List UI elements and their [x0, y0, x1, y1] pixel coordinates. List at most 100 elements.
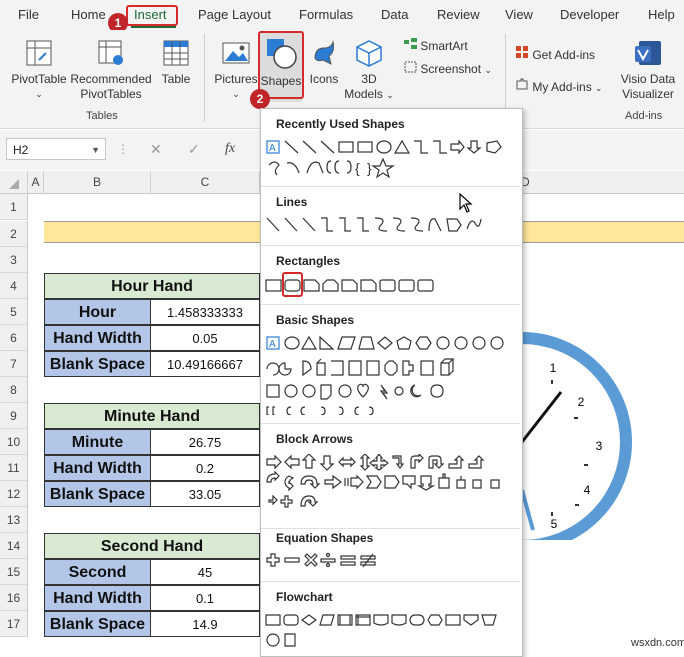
table-label-cell[interactable]: Hour	[44, 299, 151, 325]
table-value-cell[interactable]: 0.05	[150, 325, 260, 351]
rectangle-highlight	[282, 272, 303, 297]
cube-icon	[356, 40, 382, 67]
row-header[interactable]: 14	[0, 533, 28, 559]
table-button[interactable]: Table	[156, 38, 196, 87]
icons-icon	[314, 40, 334, 65]
shapes-highlight	[258, 31, 304, 99]
menu-home[interactable]: Home	[71, 7, 106, 22]
cancel-icon[interactable]: ✕	[150, 141, 162, 158]
menu-help[interactable]: Help	[648, 7, 675, 22]
block-arrows-rows[interactable]	[265, 454, 515, 514]
table-value-cell[interactable]: 14.9	[150, 611, 260, 637]
flowchart-rows[interactable]	[265, 612, 515, 652]
chevron-down-icon: ⌄	[595, 83, 603, 93]
title-band	[44, 221, 260, 243]
basic-shapes-rows[interactable]: A	[265, 335, 515, 415]
row-header[interactable]: 3	[0, 247, 28, 273]
menu-file[interactable]: File	[18, 7, 39, 22]
name-box[interactable]: H2 ▼	[6, 138, 106, 160]
row-header[interactable]: 5	[0, 299, 28, 325]
table-value-cell[interactable]: 45	[150, 559, 260, 585]
screenshot-label: Screenshot	[420, 62, 482, 76]
column-header-a[interactable]: A	[28, 171, 44, 193]
row-header[interactable]: 1	[0, 194, 28, 220]
pivottable-button[interactable]: PivotTable ⌄	[10, 38, 68, 102]
smartart-button[interactable]: SmartArt	[404, 38, 468, 53]
table-label-cell[interactable]: Blank Space	[44, 481, 151, 507]
pivottable-label: PivotTable	[11, 72, 67, 86]
shapes-gallery: Recently Used Shapes A { } Lines Rectang…	[260, 108, 523, 657]
menu-formulas[interactable]: Formulas	[299, 7, 353, 22]
table-label-cell[interactable]: Hand Width	[44, 455, 151, 481]
row-header[interactable]: 13	[0, 507, 28, 533]
mouse-pointer-icon	[459, 193, 473, 213]
table-label-cell[interactable]: Minute	[44, 429, 151, 455]
column-header-b[interactable]: B	[44, 171, 151, 193]
name-box-value: H2	[13, 143, 29, 157]
icons-button[interactable]: Icons	[304, 38, 344, 87]
row-header[interactable]: 7	[0, 351, 28, 377]
table-title[interactable]: Second Hand	[44, 533, 260, 559]
row-header[interactable]: 12	[0, 481, 28, 507]
table-title[interactable]: Minute Hand	[44, 403, 260, 429]
my-addins-button[interactable]: My Add-ins ⌄	[515, 77, 603, 94]
table-label-cell[interactable]: Second	[44, 559, 151, 585]
table-value-cell[interactable]: 0.2	[150, 455, 260, 481]
row-header[interactable]: 2	[0, 221, 28, 247]
row-header[interactable]: 11	[0, 455, 28, 481]
table-label-cell[interactable]: Hand Width	[44, 325, 151, 351]
section-divider	[261, 245, 520, 246]
menu-developer[interactable]: Developer	[560, 7, 619, 22]
icons-label: Icons	[309, 72, 339, 86]
select-all-corner[interactable]	[0, 171, 28, 193]
table-value-cell[interactable]: 33.05	[150, 481, 260, 507]
recommended-label-1: Recommended	[70, 72, 152, 86]
store-icon	[516, 46, 528, 58]
pictures-icon	[222, 42, 250, 64]
section-flowchart: Flowchart	[276, 590, 333, 604]
row-header[interactable]: 10	[0, 429, 28, 455]
row-header[interactable]: 16	[0, 585, 28, 611]
chevron-down-icon: ⌄	[484, 65, 492, 75]
table-title[interactable]: Hour Hand	[44, 273, 260, 299]
equation-shapes-row[interactable]	[265, 552, 395, 572]
section-divider	[261, 304, 520, 305]
row-header[interactable]: 15	[0, 559, 28, 585]
menu-data[interactable]: Data	[381, 7, 408, 22]
recommended-pivottables-icon	[98, 40, 123, 65]
get-addins-button[interactable]: Get Add-ins	[515, 45, 595, 62]
section-lines: Lines	[276, 195, 308, 209]
table-label-cell[interactable]: Hand Width	[44, 585, 151, 611]
enter-icon[interactable]: ✓	[188, 141, 200, 158]
pivottable-icon	[26, 40, 52, 66]
title-band-right	[521, 221, 684, 243]
table-value-cell[interactable]: 0.1	[150, 585, 260, 611]
table-value-cell[interactable]: 26.75	[150, 429, 260, 455]
screenshot-button[interactable]: Screenshot ⌄	[404, 61, 492, 76]
column-header-c[interactable]: C	[151, 171, 260, 193]
smartart-icon	[404, 38, 417, 49]
separator-dots-icon: ⋮	[117, 142, 129, 156]
menu-review[interactable]: Review	[437, 7, 480, 22]
visio-data-visualizer-button[interactable]: Visio Data Visualizer	[617, 38, 679, 102]
row-header[interactable]: 17	[0, 611, 28, 637]
table-label-cell[interactable]: Blank Space	[44, 351, 151, 377]
menu-page-layout[interactable]: Page Layout	[198, 7, 271, 22]
3d-models-button[interactable]: 3D Models ⌄	[344, 38, 394, 103]
clock-number-3: 3	[596, 439, 603, 453]
table-value-cell[interactable]: 1.458333333	[150, 299, 260, 325]
recommended-pivottables-button[interactable]: Recommended PivotTables	[70, 38, 152, 102]
table-label-cell[interactable]: Blank Space	[44, 611, 151, 637]
table-value-cell[interactable]: 10.49166667	[150, 351, 260, 377]
row-header[interactable]: 6	[0, 325, 28, 351]
recent-shapes-row[interactable]: A { }	[265, 139, 515, 179]
lines-row[interactable]	[265, 215, 515, 235]
function-icon[interactable]: fx	[225, 141, 235, 157]
row-header[interactable]: 8	[0, 377, 28, 403]
row-header[interactable]: 9	[0, 403, 28, 429]
section-equation-shapes: Equation Shapes	[276, 531, 374, 545]
section-recently-used: Recently Used Shapes	[276, 117, 405, 131]
row-header[interactable]: 4	[0, 273, 28, 299]
section-divider	[261, 423, 520, 424]
menu-view[interactable]: View	[505, 7, 533, 22]
